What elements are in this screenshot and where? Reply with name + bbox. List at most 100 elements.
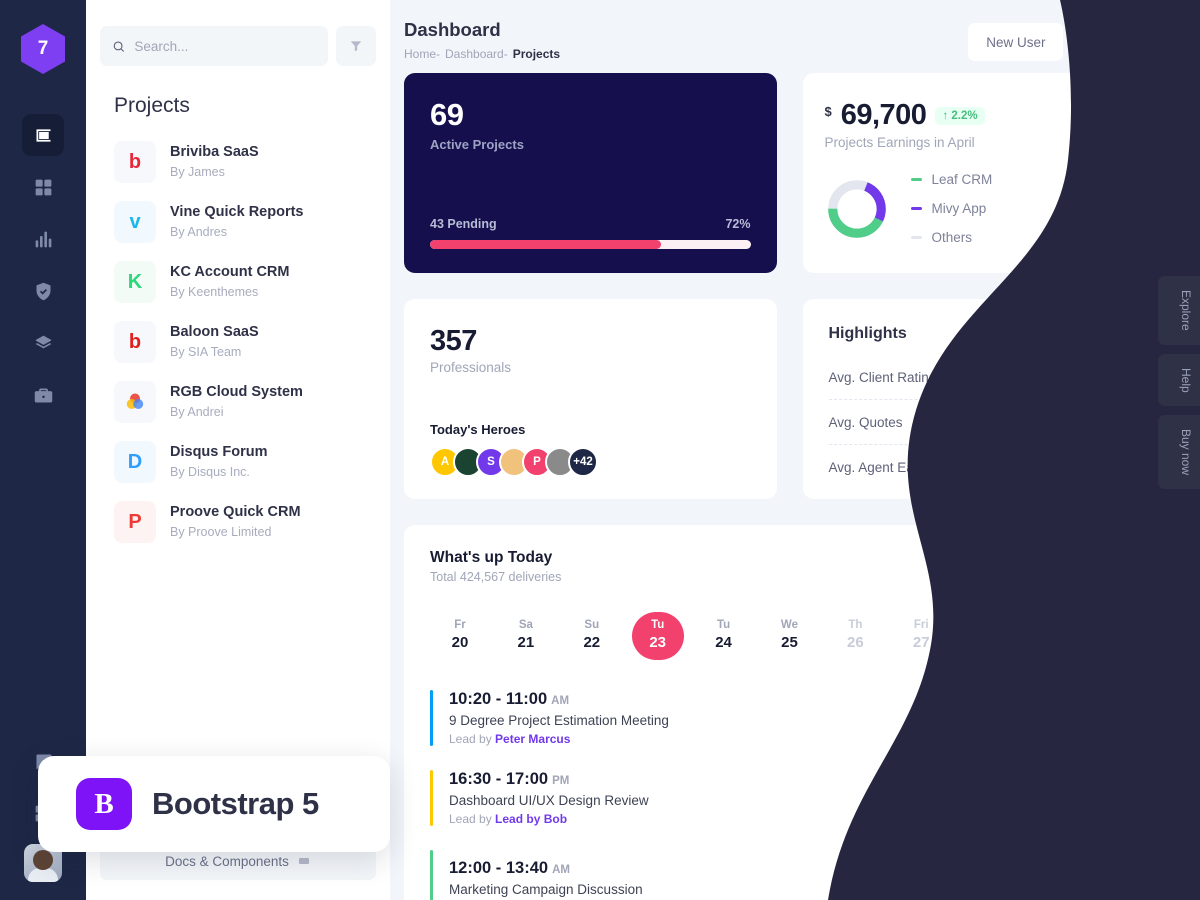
keyboard-icon bbox=[298, 858, 309, 864]
earnings-card: $ 69,700 ↑ 2.2% Projects Earnings in Apr… bbox=[802, 73, 1175, 274]
highlight-value-group: ↙ 730 bbox=[1105, 414, 1149, 431]
projects-title: Projects bbox=[114, 94, 190, 117]
event-lead-prefix: Lead by bbox=[449, 732, 496, 747]
legend-entry: Mivy App bbox=[910, 201, 993, 216]
page-title: Dashboard bbox=[404, 19, 501, 40]
legend-value: $2,820 bbox=[1107, 201, 1149, 217]
project-logo-mark: D bbox=[127, 450, 143, 473]
day-cell[interactable]: Su 29 bbox=[1027, 612, 1079, 660]
heroes-title: Today's Heroes bbox=[430, 422, 526, 438]
highlight-row: Avg. Agent Earnings ↗ $2,309 bbox=[828, 444, 1149, 489]
view-button[interactable]: View bbox=[1082, 781, 1149, 816]
highlights-title: Highlights bbox=[828, 325, 907, 343]
event-time: 10:20 - 11:00 bbox=[449, 690, 548, 709]
dashboard-page: 7 Search... Projects b Briviba SaaS By J… bbox=[0, 0, 1200, 900]
legend-entry: Others bbox=[910, 230, 993, 246]
day-cell[interactable]: Su 22 bbox=[566, 612, 618, 660]
active-projects-label: Active Projects bbox=[430, 137, 524, 153]
breadcrumb-item-dashboard[interactable]: Dashboard- bbox=[445, 47, 508, 61]
list-item[interactable]: P Proove Quick CRM By Proove Limited bbox=[86, 492, 390, 552]
new-goal-button[interactable]: New Goal bbox=[1073, 23, 1175, 61]
filter-button[interactable] bbox=[336, 26, 376, 66]
view-button[interactable]: View bbox=[1082, 861, 1149, 896]
rail-item-security[interactable] bbox=[22, 270, 64, 312]
event-lead-name[interactable]: Peter Marcus bbox=[495, 732, 570, 746]
list-item[interactable]: v Vine Quick Reports By Andres bbox=[86, 192, 390, 252]
app-logo[interactable]: 7 bbox=[21, 24, 65, 74]
day-number: 30 bbox=[1110, 634, 1128, 652]
event-lead: Lead by Lead by Bob bbox=[449, 812, 649, 826]
event-body: 16:30 - 17:00 PM Dashboard UI/UX Design R… bbox=[449, 770, 649, 826]
app-logo-text: 7 bbox=[37, 38, 49, 59]
arrow-up-icon: ↗ bbox=[1085, 459, 1098, 476]
highlight-value: 7.8 bbox=[1101, 369, 1121, 386]
event-lead: Lead by Peter Marcus bbox=[449, 732, 669, 746]
rail-item-grid[interactable] bbox=[22, 166, 64, 208]
event-lead-name[interactable]: Lead by Bob bbox=[495, 812, 567, 826]
earnings-subtitle: Projects Earnings in April bbox=[824, 135, 975, 151]
list-item: 16:30 - 17:00 PM Dashboard UI/UX Design R… bbox=[430, 770, 1149, 827]
rail-item-briefcase[interactable] bbox=[22, 374, 64, 416]
day-number: 25 bbox=[781, 634, 798, 652]
project-logo-mark: v bbox=[129, 210, 141, 233]
highlight-value: 730 bbox=[1125, 414, 1149, 431]
professionals-count: 357 bbox=[430, 325, 477, 358]
project-logo: b bbox=[114, 141, 156, 183]
main-content: Dashboard Home- Dashboard- Projects New … bbox=[390, 0, 1200, 900]
report-center-button[interactable]: Report Cecnter bbox=[1032, 549, 1149, 584]
day-cell[interactable]: Fri 27 bbox=[895, 612, 947, 660]
rail-item-layers[interactable] bbox=[22, 322, 64, 364]
view-button[interactable]: View bbox=[1082, 701, 1149, 736]
list-item[interactable]: b Briviba SaaS By James bbox=[86, 132, 390, 192]
day-weekday: Sa bbox=[980, 619, 995, 632]
day-cell[interactable]: Fr 20 bbox=[434, 612, 486, 660]
highlight-denominator: /10 bbox=[1129, 369, 1149, 386]
project-name: Baloon SaaS bbox=[170, 324, 259, 341]
side-tabs: Explore Help Buy now bbox=[1158, 276, 1200, 490]
rail-item-dashboard[interactable] bbox=[22, 114, 64, 156]
legend-entry: Leaf CRM bbox=[910, 172, 992, 187]
day-cell[interactable]: Sa 28 bbox=[961, 612, 1013, 660]
day-weekday: Sa bbox=[518, 619, 533, 632]
legend-swatch-others bbox=[910, 236, 922, 240]
rgb-cloud-icon bbox=[126, 393, 144, 409]
event-title: Marketing Campaign Discussion bbox=[449, 882, 643, 898]
day-weekday: Su bbox=[584, 619, 600, 632]
event-time: 12:00 - 13:40 bbox=[449, 859, 549, 878]
legend-label: Others bbox=[931, 230, 973, 246]
breadcrumb-item-home[interactable]: Home- bbox=[404, 47, 440, 61]
day-number: 27 bbox=[912, 634, 930, 652]
list-item[interactable]: b Baloon SaaS By SIA Team bbox=[86, 312, 390, 372]
day-cell[interactable]: We 25 bbox=[763, 612, 815, 660]
project-logo: v bbox=[114, 201, 156, 243]
professionals-label: Professionals bbox=[430, 360, 512, 376]
day-cell-selected[interactable]: Tu 23 bbox=[631, 612, 684, 661]
chart-values: $7,660 $2,820 $45,257 bbox=[1100, 172, 1149, 245]
event-color-bar bbox=[430, 770, 433, 827]
day-cell[interactable]: Sa 21 bbox=[500, 612, 552, 660]
tab-buy-now[interactable]: Buy now bbox=[1158, 415, 1200, 490]
highlight-label: Avg. Quotes bbox=[828, 415, 903, 431]
avatar-initial: P bbox=[533, 456, 541, 469]
list-item[interactable]: K KC Account CRM By Keenthemes bbox=[86, 252, 390, 312]
day-cell[interactable]: Tu 24 bbox=[698, 612, 750, 660]
day-cell[interactable]: Mo 30 bbox=[1093, 612, 1145, 660]
day-cell[interactable]: Th 26 bbox=[829, 612, 881, 660]
avatar-more[interactable]: +42 bbox=[568, 447, 598, 478]
stack-icon bbox=[35, 335, 51, 348]
arrow-up-icon: ↗ bbox=[1080, 369, 1093, 386]
rail-item-analytics[interactable] bbox=[22, 218, 64, 260]
chart-legend: Leaf CRM Mivy App Others bbox=[910, 172, 993, 246]
search-input[interactable] bbox=[134, 38, 316, 54]
search-box[interactable] bbox=[100, 26, 328, 66]
whats-up-title: What's up Today bbox=[430, 549, 553, 567]
new-user-button[interactable]: New User bbox=[968, 23, 1064, 61]
project-owner: By Andrei bbox=[170, 404, 224, 419]
list-item[interactable]: RGB Cloud System By Andrei bbox=[86, 372, 390, 432]
donut-chart bbox=[827, 179, 886, 238]
list-item[interactable]: D Disqus Forum By Disqus Inc. bbox=[86, 432, 390, 492]
tab-help[interactable]: Help bbox=[1158, 353, 1200, 407]
tab-explore[interactable]: Explore bbox=[1158, 276, 1200, 345]
heroes-group: Today's Heroes A S P +42 bbox=[430, 422, 751, 478]
event-time: 16:30 - 17:00 bbox=[449, 770, 549, 789]
